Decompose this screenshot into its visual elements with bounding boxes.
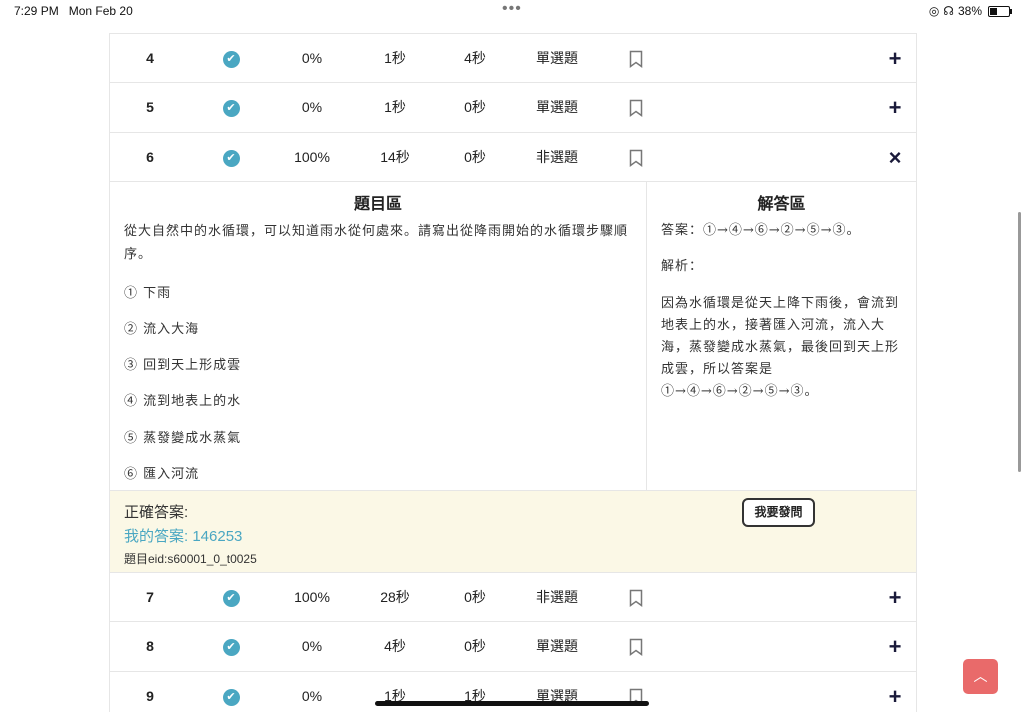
expand-icon[interactable]: + xyxy=(880,573,910,622)
question-option: ① 下雨 xyxy=(124,286,172,301)
question-text: 從大自然中的水循環，可以知道雨水從何處來。請寫出從降雨開始的水循環步驟順序。 xyxy=(124,224,629,262)
expand-icon[interactable]: + xyxy=(880,83,910,132)
review-time: 0秒 xyxy=(464,149,486,165)
battery-icon xyxy=(988,5,1012,17)
question-eid: 題目eid:s60001_0_t0025 xyxy=(124,552,257,566)
my-answer: 我的答案: 146253 xyxy=(124,528,243,545)
answer-time: 1秒 xyxy=(384,688,406,704)
bookmark-icon[interactable] xyxy=(624,83,648,132)
table-row[interactable]: 6 ✔ 100% 14秒 0秒 非選題 × xyxy=(110,132,916,182)
review-time: 4秒 xyxy=(464,50,486,66)
status-date: Mon Feb 20 xyxy=(68,4,133,18)
check-icon: ✔ xyxy=(218,34,244,83)
ask-question-button[interactable]: 我要發問 xyxy=(742,498,815,527)
answer-time: 4秒 xyxy=(384,638,406,654)
question-type: 單選題 xyxy=(536,50,578,66)
check-icon: ✔ xyxy=(218,622,244,671)
table-row[interactable]: 5 ✔ 0% 1秒 0秒 單選題 + xyxy=(110,82,916,132)
scroll-to-top-button[interactable]: ︿ xyxy=(963,659,998,694)
table-row[interactable]: 8 ✔ 0% 4秒 0秒 單選題 + xyxy=(110,621,916,671)
status-bar: 7:29 PM Mon Feb 20 ••• ◎ ☊ 38% xyxy=(0,0,1024,22)
correct-answer-label: 正確答案: xyxy=(124,504,189,521)
multitasking-dots-icon[interactable]: ••• xyxy=(502,0,522,18)
correct-rate: 100% xyxy=(294,149,330,165)
chevron-up-icon: ︿ xyxy=(973,668,988,684)
question-number: 4 xyxy=(146,50,154,66)
status-time-date: 7:29 PM Mon Feb 20 xyxy=(14,4,133,18)
answer-summary: 正確答案: 我的答案: 146253 題目eid:s60001_0_t0025 … xyxy=(110,490,916,573)
answer-area-title: 解答區 xyxy=(757,196,806,213)
question-number: 6 xyxy=(146,149,154,165)
answer-time: 1秒 xyxy=(384,50,406,66)
question-number: 5 xyxy=(146,99,154,115)
bookmark-icon[interactable] xyxy=(624,573,648,622)
table-row[interactable]: 7 ✔ 100% 28秒 0秒 非選題 + xyxy=(110,572,916,622)
question-detail: 題目區 從大自然中的水循環，可以知道雨水從何處來。請寫出從降雨開始的水循環步驟順… xyxy=(110,181,916,491)
home-indicator[interactable] xyxy=(375,701,649,706)
question-type: 單選題 xyxy=(536,638,578,654)
battery-percent: 38% xyxy=(957,4,982,18)
table-row[interactable]: 4 ✔ 0% 1秒 4秒 單選題 + xyxy=(110,33,916,83)
correct-rate: 0% xyxy=(301,688,323,704)
check-icon: ✔ xyxy=(218,573,244,622)
bookmark-icon[interactable] xyxy=(624,133,648,182)
question-option: ⑥ 匯入河流 xyxy=(124,467,200,482)
question-type: 非選題 xyxy=(536,149,578,165)
scrollbar[interactable] xyxy=(1018,212,1021,472)
answer-time: 28秒 xyxy=(380,589,410,605)
correct-rate: 0% xyxy=(301,638,323,654)
review-time: 0秒 xyxy=(464,589,486,605)
answer-time: 1秒 xyxy=(384,99,406,115)
check-icon: ✔ xyxy=(218,672,244,721)
answer-area: 解答區 答案：①→④→⑥→②→⑤→③。 解析： 因為水循環是從天上降下雨後，會流… xyxy=(647,182,916,491)
expand-icon[interactable]: + xyxy=(880,34,910,83)
review-time: 0秒 xyxy=(464,638,486,654)
question-option: ④ 流到地表上的水 xyxy=(124,394,242,409)
question-area: 題目區 從大自然中的水循環，可以知道雨水從何處來。請寫出從降雨開始的水循環步驟順… xyxy=(110,182,647,491)
question-type: 單選題 xyxy=(536,99,578,115)
question-option: ⑤ 蒸發變成水蒸氣 xyxy=(124,431,242,446)
question-number: 9 xyxy=(146,688,154,704)
answer-line: 答案：①→④→⑥→②→⑤→③。 xyxy=(661,223,861,238)
status-right: ◎ ☊ 38% xyxy=(928,4,1012,18)
question-option: ② 流入大海 xyxy=(124,322,200,337)
expand-icon[interactable]: + xyxy=(880,622,910,671)
eye-icon: ◎ xyxy=(928,4,940,18)
collapse-icon[interactable]: × xyxy=(880,133,910,182)
correct-rate: 0% xyxy=(301,50,323,66)
correct-rate: 100% xyxy=(294,589,330,605)
question-area-title: 題目區 xyxy=(353,196,402,213)
question-number: 8 xyxy=(146,638,154,654)
headphones-icon: ☊ xyxy=(943,4,954,18)
question-type: 非選題 xyxy=(536,589,578,605)
answer-time: 14秒 xyxy=(380,149,410,165)
check-icon: ✔ xyxy=(218,133,244,182)
bookmark-icon[interactable] xyxy=(624,672,648,721)
review-time: 1秒 xyxy=(464,688,486,704)
check-icon: ✔ xyxy=(218,83,244,132)
correct-rate: 0% xyxy=(301,99,323,115)
bookmark-icon[interactable] xyxy=(624,34,648,83)
question-option: ③ 回到天上形成雲 xyxy=(124,358,242,373)
results-table: 4 ✔ 0% 1秒 4秒 單選題 + 5 ✔ 0% 1秒 0秒 單選題 + 6 … xyxy=(109,33,917,712)
table-row[interactable]: 9 ✔ 0% 1秒 1秒 單選題 + xyxy=(110,671,916,721)
review-time: 0秒 xyxy=(464,99,486,115)
question-number: 7 xyxy=(146,589,154,605)
analysis-label: 解析： xyxy=(661,259,704,274)
bookmark-icon[interactable] xyxy=(624,622,648,671)
expand-icon[interactable]: + xyxy=(880,672,910,721)
status-time: 7:29 PM xyxy=(14,4,59,18)
question-type: 單選題 xyxy=(536,688,578,704)
analysis-text: 因為水循環是從天上降下雨後，會流到地表上的水，接著匯入河流，流入大海，蒸發變成水… xyxy=(661,296,900,399)
